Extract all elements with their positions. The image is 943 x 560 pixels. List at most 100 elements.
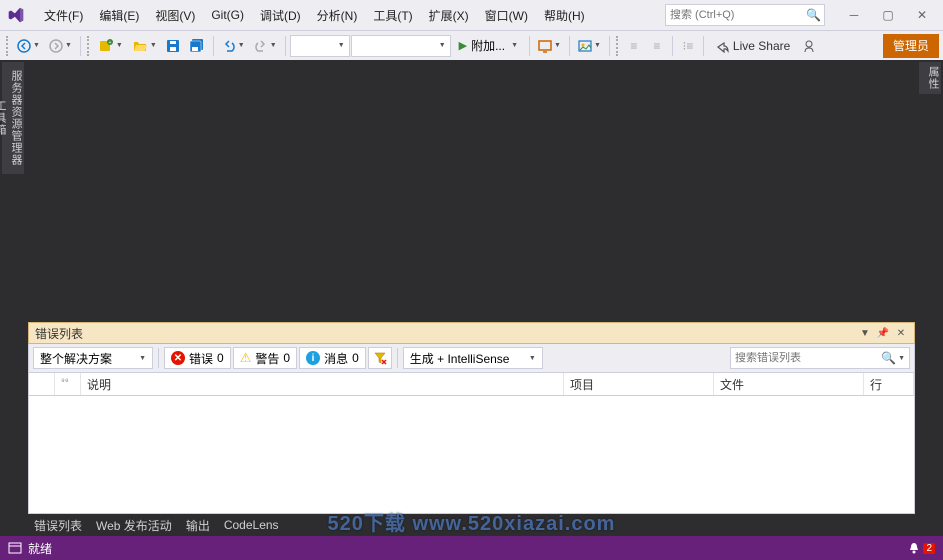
notifications-button[interactable]: 2 xyxy=(907,541,935,555)
col-code[interactable]: ⁹⁹ xyxy=(55,373,81,395)
side-tab-properties[interactable]: 属性 xyxy=(919,66,941,90)
panel-pin-icon[interactable]: 📌 xyxy=(876,326,890,340)
error-icon: ✕ xyxy=(171,351,185,365)
filter-clear-icon xyxy=(373,351,387,365)
minimize-button[interactable]: ─ xyxy=(837,0,871,30)
status-bar: 就绪 2 xyxy=(0,536,943,560)
error-grid-header: ⁹⁹ 说明 项目 文件 行 xyxy=(28,372,915,396)
error-grid-body[interactable] xyxy=(28,396,915,514)
maximize-button[interactable]: ▢ xyxy=(871,0,905,30)
messages-filter-button[interactable]: i 消息 0 xyxy=(299,347,366,369)
play-icon: ▶ xyxy=(459,39,467,52)
col-line[interactable]: 行 xyxy=(864,373,914,395)
menu-bar: 文件(F) 编辑(E) 视图(V) Git(G) 调试(D) 分析(N) 工具(… xyxy=(0,0,943,30)
live-share-button[interactable]: Live Share xyxy=(708,34,797,58)
tab-error-list[interactable]: 错误列表 xyxy=(34,517,82,534)
menu-extensions[interactable]: 扩展(X) xyxy=(421,0,477,30)
menu-analyze[interactable]: 分析(N) xyxy=(309,0,366,30)
tab-output[interactable]: 输出 xyxy=(186,517,210,534)
quick-search-input[interactable] xyxy=(670,9,806,21)
platform-combo[interactable]: ▼ xyxy=(351,35,451,57)
messages-label: 消息 xyxy=(324,350,348,367)
panel-close-icon[interactable]: ✕ xyxy=(894,326,908,340)
error-list-titlebar[interactable]: 错误列表 ▼ 📌 ✕ xyxy=(28,322,915,344)
col-project[interactable]: 项目 xyxy=(564,373,714,395)
attach-debug-button[interactable]: ▶ 附加... ▼ xyxy=(452,34,525,58)
main-document-area: 服务器资源管理器 工具箱 属性 错误列表 ▼ 📌 ✕ 整个解决方案 ▼ ✕ 错误… xyxy=(0,60,943,536)
comment-button[interactable]: ⁝≡ xyxy=(677,34,699,58)
errors-filter-button[interactable]: ✕ 错误 0 xyxy=(164,347,231,369)
quick-search-box[interactable]: 🔍 xyxy=(665,4,825,26)
warnings-label: 警告 xyxy=(255,350,279,367)
tab-codelens[interactable]: CodeLens xyxy=(224,518,279,532)
browser-link-button[interactable]: ▼ xyxy=(534,34,565,58)
messages-count: 0 xyxy=(352,351,359,365)
svg-text:+: + xyxy=(108,40,111,46)
nav-back-button[interactable]: ▼ xyxy=(13,34,44,58)
info-icon: i xyxy=(306,351,320,365)
left-side-tabs: 服务器资源管理器 工具箱 xyxy=(2,62,24,174)
errors-count: 0 xyxy=(217,351,224,365)
config-combo[interactable]: ▼ xyxy=(290,35,350,57)
redo-button[interactable]: ▼ xyxy=(250,34,281,58)
open-file-button[interactable]: ▼ xyxy=(128,34,161,58)
build-filter-label: 生成 + IntelliSense xyxy=(410,350,510,367)
col-file[interactable]: 文件 xyxy=(714,373,864,395)
status-ready: 就绪 xyxy=(8,540,52,557)
search-icon[interactable]: 🔍 xyxy=(806,8,820,22)
window-icon xyxy=(8,542,22,554)
save-all-button[interactable] xyxy=(185,34,209,58)
undo-button[interactable]: ▼ xyxy=(218,34,249,58)
right-side-tabs: 属性 xyxy=(919,62,941,94)
admin-button[interactable]: 管理员 xyxy=(883,34,939,58)
build-filter-combo[interactable]: 生成 + IntelliSense ▼ xyxy=(403,347,543,369)
error-list-search-input[interactable] xyxy=(735,352,881,364)
bell-icon xyxy=(907,541,921,555)
side-tab-server-explorer[interactable]: 服务器资源管理器 xyxy=(8,66,24,170)
search-icon[interactable]: 🔍 xyxy=(881,351,896,365)
window-controls: ─ ▢ ✕ xyxy=(837,0,939,30)
tab-web-publish[interactable]: Web 发布活动 xyxy=(96,517,172,534)
scope-label: 整个解决方案 xyxy=(40,350,112,367)
notif-count: 2 xyxy=(923,543,935,554)
col-description[interactable]: 说明 xyxy=(81,373,564,395)
error-list-panel: 错误列表 ▼ 📌 ✕ 整个解决方案 ▼ ✕ 错误 0 ⚠ 警告 0 i xyxy=(28,322,915,536)
status-ready-label: 就绪 xyxy=(28,540,52,557)
feedback-button[interactable] xyxy=(798,34,820,58)
toolbar-grip[interactable] xyxy=(6,36,10,56)
errors-label: 错误 xyxy=(189,350,213,367)
toolbar-grip[interactable] xyxy=(616,36,620,56)
menu-tools[interactable]: 工具(T) xyxy=(365,0,420,30)
menu-view[interactable]: 视图(V) xyxy=(147,0,203,30)
toolbar-grip[interactable] xyxy=(87,36,91,56)
live-share-label: Live Share xyxy=(733,39,790,53)
nav-forward-button[interactable]: ▼ xyxy=(45,34,76,58)
image-button[interactable]: ▼ xyxy=(574,34,605,58)
menu-edit[interactable]: 编辑(E) xyxy=(91,0,147,30)
indent-right-button[interactable]: ≡ xyxy=(646,34,668,58)
menu-debug[interactable]: 调试(D) xyxy=(252,0,309,30)
bottom-tool-tabs: 错误列表 Web 发布活动 输出 CodeLens xyxy=(28,514,915,536)
warnings-filter-button[interactable]: ⚠ 警告 0 xyxy=(233,347,297,369)
side-tab-toolbox[interactable]: 工具箱 xyxy=(0,96,8,140)
menu-git[interactable]: Git(G) xyxy=(203,0,252,30)
warning-icon: ⚠ xyxy=(240,350,252,366)
warnings-count: 0 xyxy=(283,351,290,365)
error-list-title: 错误列表 xyxy=(35,325,854,342)
panel-dropdown-icon[interactable]: ▼ xyxy=(858,326,872,340)
menu-help[interactable]: 帮助(H) xyxy=(536,0,593,30)
attach-label: 附加... xyxy=(471,37,505,54)
main-toolbar: ▼ ▼ +▼ ▼ ▼ ▼ ▼ ▼ ▶ 附加... ▼ ▼ ▼ ≡ ≡ ⁝≡ Li… xyxy=(0,30,943,60)
error-list-toolbar: 整个解决方案 ▼ ✕ 错误 0 ⚠ 警告 0 i 消息 0 xyxy=(28,344,915,372)
indent-left-button[interactable]: ≡ xyxy=(623,34,645,58)
scope-combo[interactable]: 整个解决方案 ▼ xyxy=(33,347,153,369)
menu-window[interactable]: 窗口(W) xyxy=(477,0,536,30)
error-list-search[interactable]: 🔍 ▼ xyxy=(730,347,910,369)
menu-file[interactable]: 文件(F) xyxy=(36,0,91,30)
clear-filter-button[interactable] xyxy=(368,347,392,369)
new-project-button[interactable]: +▼ xyxy=(94,34,127,58)
col-icon[interactable] xyxy=(29,373,55,395)
close-button[interactable]: ✕ xyxy=(905,0,939,30)
save-button[interactable] xyxy=(162,34,184,58)
share-icon xyxy=(715,39,729,53)
